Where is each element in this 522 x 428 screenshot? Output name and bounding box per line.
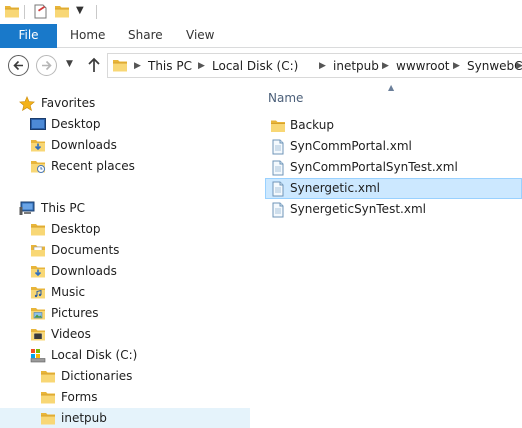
- xml-file-icon: [270, 160, 286, 176]
- nav-label: This PC: [41, 201, 85, 215]
- videos-folder-icon: [31, 329, 45, 341]
- navigation-bar: ▼ ▶ This PC ▶ Local Disk (C:) ▶ inetpub …: [0, 48, 522, 82]
- breadcrumb-chevron-icon[interactable]: ▶: [319, 58, 326, 74]
- nav-forms[interactable]: Forms: [0, 387, 250, 408]
- tab-share[interactable]: Share: [128, 24, 163, 48]
- nav-label: Documents: [51, 243, 120, 257]
- folder-icon: [40, 369, 56, 384]
- nav-pc-music[interactable]: Music: [0, 282, 250, 303]
- tab-home[interactable]: Home: [70, 24, 105, 48]
- breadcrumb-local-disk[interactable]: Local Disk (C:): [212, 58, 298, 74]
- folder-icon: [40, 411, 56, 426]
- file-name: Backup: [290, 118, 334, 132]
- breadcrumb-chevron-icon[interactable]: ▶: [134, 58, 141, 74]
- nav-favorites-downloads[interactable]: Downloads: [0, 135, 250, 156]
- file-name: SynCommPortalSynTest.xml: [290, 160, 458, 174]
- tab-file[interactable]: File: [0, 24, 57, 48]
- file-row-syncommportal[interactable]: SynCommPortal.xml: [265, 136, 522, 157]
- downloads-folder-icon: [30, 264, 46, 279]
- address-bar[interactable]: ▶ This PC ▶ Local Disk (C:) ▶ inetpub ▶ …: [107, 53, 522, 78]
- breadcrumb-chevron-icon[interactable]: ▶: [198, 58, 205, 74]
- breadcrumb-inetpub[interactable]: inetpub: [333, 58, 379, 74]
- folder-icon[interactable]: [4, 4, 20, 19]
- navigation-pane: Favorites Desktop Downloads Recent place…: [0, 82, 250, 428]
- file-row-synergeticsyntest[interactable]: SynergeticSynTest.xml: [265, 199, 522, 220]
- sort-ascending-icon: ▲: [388, 83, 395, 92]
- nav-favorites-recent[interactable]: Recent places: [0, 156, 250, 177]
- folder-icon: [270, 118, 286, 134]
- column-header-name[interactable]: Name: [268, 91, 303, 105]
- breadcrumb-chevron-icon[interactable]: ▶: [382, 58, 389, 74]
- xml-file-icon: [270, 139, 286, 155]
- nav-pc-downloads[interactable]: Downloads: [0, 261, 250, 282]
- xml-file-icon: [270, 181, 286, 197]
- forward-button[interactable]: [36, 55, 57, 76]
- properties-icon[interactable]: [32, 4, 48, 19]
- file-name: Synergetic.xml: [290, 181, 381, 195]
- computer-icon: [19, 201, 35, 215]
- xml-file-icon: [270, 202, 286, 218]
- nav-label: Pictures: [51, 306, 99, 320]
- nav-label: inetpub: [61, 411, 107, 425]
- file-row-backup[interactable]: Backup: [265, 115, 522, 136]
- breadcrumb-chevron-icon[interactable]: ▶: [453, 58, 460, 74]
- toolbar-divider: [96, 5, 97, 19]
- toolbar-divider: [24, 5, 25, 19]
- desktop-icon: [30, 118, 46, 130]
- nav-label: Favorites: [41, 96, 96, 110]
- new-folder-icon[interactable]: [54, 4, 70, 19]
- nav-pc-videos[interactable]: Videos: [0, 324, 250, 345]
- nav-this-pc[interactable]: This PC: [0, 198, 250, 219]
- customize-dropdown-icon[interactable]: ▼: [76, 5, 84, 16]
- breadcrumb-synwebcfg[interactable]: SynwebCfg: [467, 58, 522, 74]
- back-arrow-icon: [13, 60, 23, 71]
- star-icon: [19, 96, 35, 111]
- breadcrumb-wwwroot[interactable]: wwwroot: [396, 58, 450, 74]
- documents-folder-icon: [31, 245, 45, 257]
- nav-inetpub[interactable]: inetpub: [0, 408, 250, 428]
- up-arrow-icon[interactable]: [86, 56, 102, 74]
- file-name: SynergeticSynTest.xml: [290, 202, 426, 216]
- forward-arrow-icon: [42, 60, 52, 71]
- nav-label: Downloads: [51, 138, 117, 152]
- nav-favorites[interactable]: Favorites: [0, 93, 250, 114]
- music-folder-icon: [31, 287, 45, 299]
- recent-locations-dropdown-icon[interactable]: ▼: [66, 59, 73, 69]
- nav-dictionaries[interactable]: Dictionaries: [0, 366, 250, 387]
- file-row-synergetic[interactable]: Synergetic.xml: [265, 178, 522, 199]
- folder-icon: [112, 58, 128, 73]
- breadcrumb-chevron-icon[interactable]: ▶: [516, 58, 522, 74]
- file-row-syncommportalsyntest[interactable]: SynCommPortalSynTest.xml: [265, 157, 522, 178]
- nav-pc-documents[interactable]: Documents: [0, 240, 250, 261]
- folder-icon: [30, 222, 46, 237]
- recent-places-icon: [31, 161, 45, 173]
- local-disk-icon: [30, 349, 46, 363]
- pictures-folder-icon: [31, 308, 45, 320]
- file-name: SynCommPortal.xml: [290, 139, 412, 153]
- nav-pc-pictures[interactable]: Pictures: [0, 303, 250, 324]
- nav-label: Desktop: [51, 222, 101, 236]
- nav-pc-local-disk[interactable]: Local Disk (C:): [0, 345, 250, 366]
- downloads-folder-icon: [30, 138, 46, 153]
- nav-label: Recent places: [51, 159, 135, 173]
- nav-label: Desktop: [51, 117, 101, 131]
- nav-label: Local Disk (C:): [51, 348, 138, 362]
- nav-favorites-desktop[interactable]: Desktop: [0, 114, 250, 135]
- nav-label: Downloads: [51, 264, 117, 278]
- file-list: ▲ Name Backup SynCommPortal.xml SynCommP…: [251, 82, 522, 428]
- quick-access-toolbar: ▼: [0, 0, 522, 24]
- ribbon-tabs: File Home Share View: [0, 24, 522, 48]
- nav-label: Videos: [51, 327, 91, 341]
- breadcrumb-this-pc[interactable]: This PC: [148, 58, 192, 74]
- nav-label: Music: [51, 285, 86, 299]
- nav-label: Forms: [61, 390, 98, 404]
- nav-label: Dictionaries: [61, 369, 133, 383]
- tab-view[interactable]: View: [186, 24, 214, 48]
- back-button[interactable]: [8, 55, 29, 76]
- folder-icon: [40, 390, 56, 405]
- nav-pc-desktop[interactable]: Desktop: [0, 219, 250, 240]
